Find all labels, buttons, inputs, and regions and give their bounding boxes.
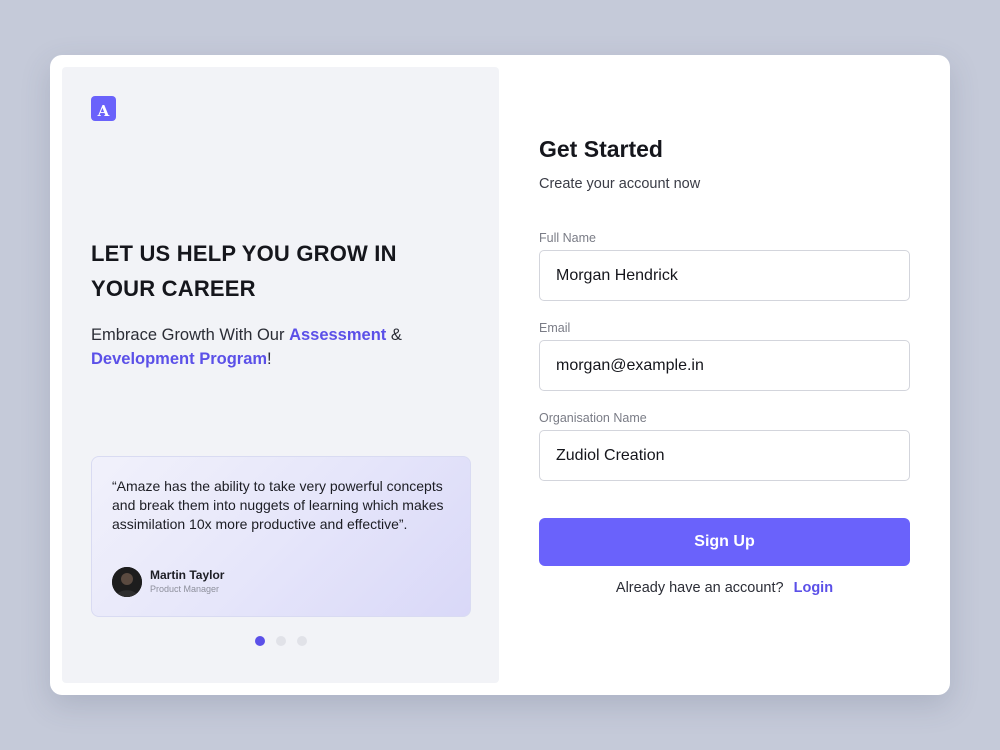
signup-card: A LET US HELP YOU GROW IN YOUR CAREER Em… — [50, 55, 950, 695]
tagline-suffix: ! — [267, 350, 272, 368]
hero-headline: LET US HELP YOU GROW IN YOUR CAREER — [91, 236, 451, 306]
tagline-highlight-program: Development Program — [91, 350, 268, 368]
hero-headline-line2: YOUR CAREER — [91, 276, 256, 301]
login-prompt-text: Already have an account? — [615, 580, 784, 596]
organisation-label: Organisation Name — [539, 411, 647, 425]
full-name-label: Full Name — [539, 231, 596, 245]
hero-tagline: Embrace Growth With Our Assessment & Dev… — [91, 323, 461, 371]
testimonial-author-name: Martin Taylor — [150, 568, 225, 582]
tagline-middle: & — [386, 326, 402, 344]
tagline-highlight-assessment: Assessment — [289, 326, 387, 344]
form-subtitle: Create your account now — [539, 176, 701, 192]
email-input[interactable] — [539, 340, 910, 391]
promo-panel: A LET US HELP YOU GROW IN YOUR CAREER Em… — [62, 67, 499, 683]
carousel-dot[interactable] — [255, 636, 265, 646]
hero-headline-line1: LET US HELP YOU GROW IN — [91, 241, 397, 266]
signup-form: Get Started Create your account now Full… — [539, 55, 950, 695]
testimonial-author-role: Product Manager — [150, 584, 220, 594]
full-name-input[interactable] — [539, 250, 910, 301]
email-label: Email — [539, 321, 571, 335]
avatar — [112, 567, 142, 597]
tagline-prefix: Embrace Growth With Our — [91, 326, 290, 344]
organisation-input[interactable] — [539, 430, 910, 481]
carousel-dots — [255, 636, 307, 646]
testimonial-card: “Amaze has the ability to take very powe… — [91, 456, 471, 617]
brand-logo-icon: A — [91, 96, 116, 121]
carousel-dot[interactable] — [297, 636, 307, 646]
sign-up-button[interactable]: Sign Up — [539, 518, 910, 566]
form-title: Get Started — [539, 136, 663, 162]
login-link[interactable]: Login — [794, 580, 833, 596]
login-prompt-row: Already have an account? Login — [539, 580, 910, 596]
testimonial-quote: “Amaze has the ability to take very powe… — [112, 478, 444, 532]
logo-letter: A — [97, 102, 110, 120]
carousel-dot[interactable] — [276, 636, 286, 646]
